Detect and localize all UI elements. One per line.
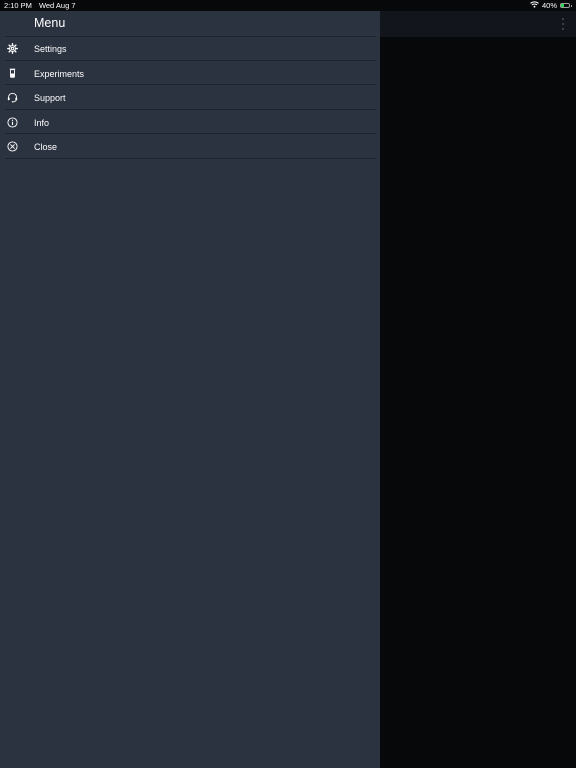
screen: 2:10 PM Wed Aug 7 40% Menu Settings Expe… — [0, 0, 576, 768]
status-left: 2:10 PM Wed Aug 7 — [4, 1, 76, 10]
more-options-button[interactable] — [560, 18, 566, 30]
menu-item-close[interactable]: Close — [0, 134, 380, 159]
menu-item-label: Info — [34, 117, 50, 128]
menu-item-settings[interactable]: Settings — [0, 36, 380, 61]
menu-item-support[interactable]: Support — [0, 85, 380, 110]
gear-icon — [7, 43, 18, 54]
beaker-icon — [7, 68, 18, 79]
menu-item-info[interactable]: Info — [0, 110, 380, 135]
status-bar: 2:10 PM Wed Aug 7 40% — [0, 0, 576, 11]
menu-title: Menu — [34, 16, 66, 30]
menu-item-experiments[interactable]: Experiments — [0, 61, 380, 86]
menu-item-label: Close — [34, 142, 58, 153]
wifi-icon — [530, 1, 539, 10]
info-icon — [7, 117, 18, 128]
battery-charging-icon — [560, 3, 572, 8]
status-right: 40% — [530, 1, 572, 10]
status-date: Wed Aug 7 — [38, 1, 76, 10]
status-time: 2:10 PM — [4, 1, 32, 10]
side-menu-drawer: Menu Settings Experiments Support Info C… — [0, 11, 380, 768]
menu-item-label: Experiments — [34, 68, 85, 79]
menu-list: Settings Experiments Support Info Close — [0, 36, 380, 159]
battery-fill — [561, 4, 565, 7]
close-circle-icon — [7, 141, 18, 152]
headset-icon — [7, 92, 18, 103]
menu-item-label: Settings — [34, 44, 67, 54]
menu-item-label: Support — [34, 93, 66, 104]
battery-percent: 40% — [541, 1, 557, 10]
